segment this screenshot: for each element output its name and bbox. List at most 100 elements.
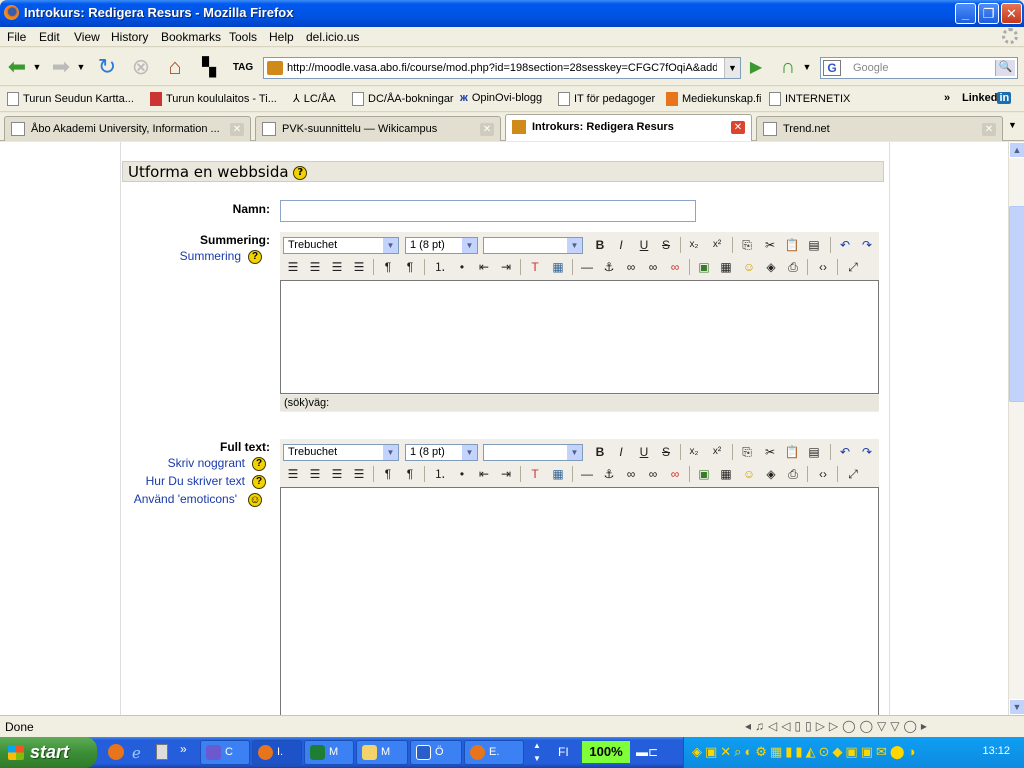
start-button[interactable]: start bbox=[0, 737, 97, 768]
indent-icon[interactable]: ⇥ bbox=[496, 465, 516, 483]
italic-icon[interactable]: I bbox=[611, 236, 631, 254]
hur-du-skriver-link[interactable]: Hur Du skriver text bbox=[146, 474, 245, 488]
bold-icon[interactable]: B bbox=[590, 236, 610, 254]
tab-pvk-suunnittelu[interactable]: PVK-suunnittelu — Wikicampus ✕ bbox=[255, 116, 501, 141]
namn-input[interactable] bbox=[280, 200, 696, 222]
scroll-thumb[interactable] bbox=[1009, 206, 1024, 402]
forward-arrow-icon[interactable]: ➡ bbox=[46, 52, 76, 82]
url-bar[interactable]: http://moodle.vasa.abo.fi/course/mod.php… bbox=[263, 57, 741, 79]
align-center-icon[interactable]: ☰ bbox=[305, 258, 325, 276]
summering-textarea[interactable] bbox=[280, 280, 879, 394]
copy-icon[interactable]: ⎘ bbox=[737, 443, 757, 461]
tab-close-icon[interactable]: ✕ bbox=[982, 123, 996, 136]
font-size-select[interactable]: 1 (8 pt) ▼ bbox=[405, 236, 478, 254]
window-titlebar[interactable]: Introkurs: Redigera Resurs - Mozilla Fir… bbox=[0, 0, 1024, 27]
text-color-icon[interactable]: T bbox=[525, 465, 545, 483]
restore-button[interactable]: ❐ bbox=[978, 3, 999, 24]
taskbar-item[interactable]: E. bbox=[464, 740, 524, 765]
bookmark-item[interactable]: Mediekunskap.fi bbox=[666, 92, 762, 106]
redo-icon[interactable]: ↷ bbox=[857, 443, 877, 461]
background-color-icon[interactable]: ▦ bbox=[548, 465, 568, 483]
zoom-indicator[interactable]: 100% bbox=[582, 741, 630, 763]
toolbar-extension-icon[interactable]: ∩ bbox=[773, 52, 803, 82]
home-icon[interactable]: ⌂ bbox=[160, 52, 190, 82]
scroll-up-icon[interactable]: ▲ bbox=[1009, 142, 1024, 158]
horizontal-rule-icon[interactable]: — bbox=[577, 258, 597, 276]
language-indicator[interactable]: FI bbox=[558, 745, 569, 759]
smiley-icon[interactable]: ☺ bbox=[248, 493, 262, 507]
bookmark-item[interactable]: ⅄ LC/ÅA bbox=[293, 92, 336, 106]
format-select[interactable]: ▼ bbox=[483, 443, 583, 461]
anchor-icon[interactable]: ⚓ bbox=[599, 258, 619, 276]
reload-icon[interactable]: ↻ bbox=[92, 52, 122, 82]
search-icon[interactable]: 🔍 bbox=[995, 60, 1015, 76]
superscript-icon[interactable]: x² bbox=[707, 236, 727, 254]
paste-word-icon[interactable]: ▤ bbox=[804, 443, 824, 461]
bookmark-item[interactable]: DC/ÅA-bokningar bbox=[352, 92, 454, 106]
tag-icon[interactable]: TAG bbox=[228, 52, 258, 82]
tab-close-icon[interactable]: ✕ bbox=[480, 123, 494, 136]
font-name-select[interactable]: Trebuchet ▼ bbox=[283, 236, 399, 254]
format-select[interactable]: ▼ bbox=[483, 236, 583, 254]
forward-dropdown-icon[interactable]: ▼ bbox=[74, 52, 88, 82]
taskbar-scroll-icon[interactable]: ▲ ▼ bbox=[533, 739, 541, 765]
summering-help-link[interactable]: Summering bbox=[180, 249, 241, 263]
strikethrough-icon[interactable]: S bbox=[656, 443, 676, 461]
stop-icon[interactable]: ⊗ bbox=[126, 52, 156, 82]
tab-trend-net[interactable]: Trend.net ✕ bbox=[756, 116, 1003, 141]
tab-introkurs[interactable]: Introkurs: Redigera Resurs ✕ bbox=[505, 114, 752, 141]
document-quicklaunch-icon[interactable] bbox=[156, 744, 168, 760]
taskbar-item[interactable]: M bbox=[304, 740, 354, 765]
special-char-icon[interactable]: ◈ bbox=[761, 465, 781, 483]
paste-word-icon[interactable]: ▤ bbox=[804, 236, 824, 254]
back-arrow-icon[interactable]: ⬅ bbox=[2, 52, 32, 82]
background-color-icon[interactable]: ▦ bbox=[548, 258, 568, 276]
close-button[interactable]: ✕ bbox=[1001, 3, 1022, 24]
align-right-icon[interactable]: ☰ bbox=[327, 465, 347, 483]
taskbar-item[interactable]: Ö bbox=[410, 740, 462, 765]
unordered-list-icon[interactable]: • bbox=[452, 465, 472, 483]
rtl-icon[interactable]: ¶ bbox=[400, 465, 420, 483]
font-name-select[interactable]: Trebuchet ▼ bbox=[283, 443, 399, 461]
menu-history[interactable]: History bbox=[111, 30, 148, 44]
tray-icons[interactable]: ◈▣✕⌕◐⚙▦▮▮◭⊙◆▣▣✉⬤◑ bbox=[692, 744, 918, 760]
tab-list-icon[interactable]: ▼ bbox=[1008, 120, 1017, 130]
undo-icon[interactable]: ↶ bbox=[835, 443, 855, 461]
ie-quicklaunch-icon[interactable]: ℯ bbox=[132, 744, 141, 762]
ltr-icon[interactable]: ¶ bbox=[378, 465, 398, 483]
superscript-icon[interactable]: x² bbox=[707, 443, 727, 461]
special-char-icon[interactable]: ◈ bbox=[761, 258, 781, 276]
align-left-icon[interactable]: ☰ bbox=[283, 258, 303, 276]
taskbar-item-active[interactable]: I. bbox=[252, 740, 302, 765]
help-icon[interactable]: ? bbox=[252, 457, 266, 471]
unordered-list-icon[interactable]: • bbox=[452, 258, 472, 276]
undo-icon[interactable]: ↶ bbox=[835, 236, 855, 254]
font-size-select[interactable]: 1 (8 pt) ▼ bbox=[405, 443, 478, 461]
help-icon[interactable]: ? bbox=[293, 165, 308, 180]
back-dropdown-icon[interactable]: ▼ bbox=[30, 52, 44, 82]
anvand-emoticons-link[interactable]: Använd 'emoticons' bbox=[134, 492, 237, 506]
clock[interactable]: 13:12 bbox=[982, 745, 1010, 757]
ltr-icon[interactable]: ¶ bbox=[378, 258, 398, 276]
text-color-icon[interactable]: T bbox=[525, 258, 545, 276]
ordered-list-icon[interactable]: ⒈ bbox=[430, 465, 450, 483]
nolink-icon[interactable]: ∞ bbox=[665, 465, 685, 483]
redo-icon[interactable]: ↷ bbox=[857, 236, 877, 254]
align-left-icon[interactable]: ☰ bbox=[283, 465, 303, 483]
paste-icon[interactable]: 📋 bbox=[782, 443, 802, 461]
fullscreen-icon[interactable]: ⤢ bbox=[843, 258, 863, 276]
go-arrow-icon[interactable]: ▶ bbox=[741, 52, 771, 82]
strikethrough-icon[interactable]: S bbox=[656, 236, 676, 254]
underline-icon[interactable]: U bbox=[634, 443, 654, 461]
delicious-icon[interactable]: ▚ bbox=[194, 52, 224, 82]
menu-tools[interactable]: Tools bbox=[229, 30, 257, 44]
scroll-down-icon[interactable]: ▼ bbox=[1009, 699, 1024, 715]
menu-edit[interactable]: Edit bbox=[39, 30, 60, 44]
anchor-icon[interactable]: ⚓ bbox=[599, 465, 619, 483]
bookmark-item[interactable]: INTERNETIX bbox=[769, 92, 850, 106]
linkedin-button[interactable]: Linked in bbox=[962, 92, 1012, 104]
skriv-noggrant-link[interactable]: Skriv noggrant bbox=[168, 456, 245, 470]
html-source-icon[interactable]: ‹› bbox=[813, 258, 833, 276]
outdent-icon[interactable]: ⇤ bbox=[474, 258, 494, 276]
help-icon[interactable]: ? bbox=[252, 475, 266, 489]
